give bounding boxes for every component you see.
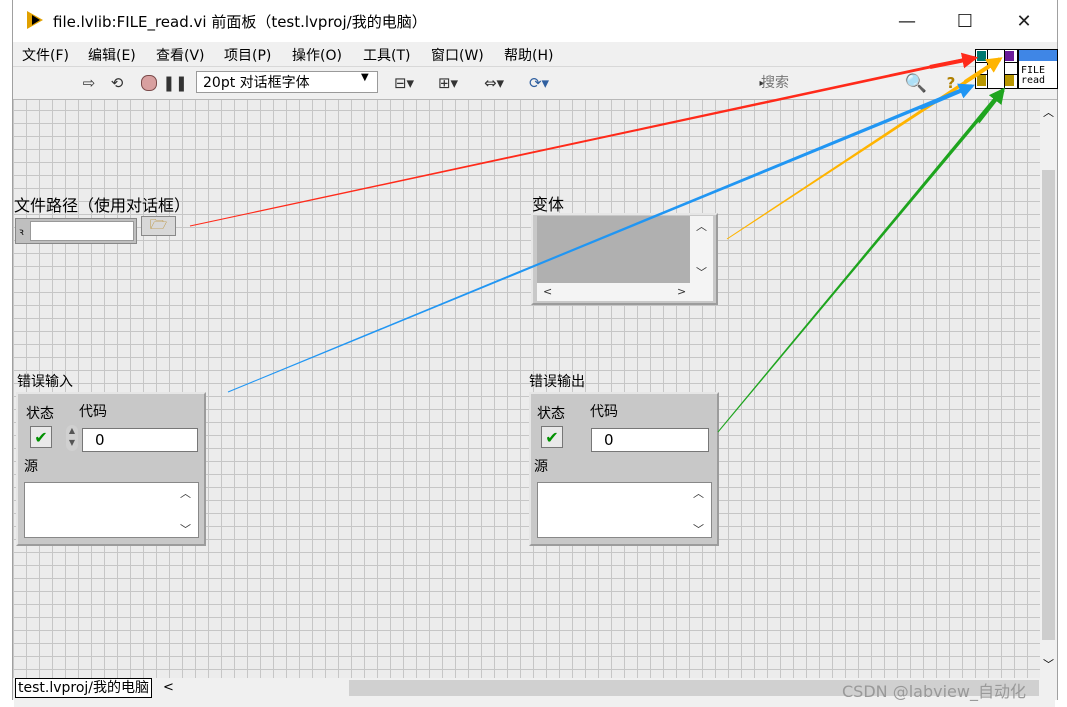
arrow-blue-head — [919, 83, 975, 110]
arrow-green — [717, 90, 1003, 433]
arrow-yellow-head — [963, 57, 1003, 84]
arrow-red-head — [929, 52, 979, 69]
arrow-blue — [227, 85, 971, 393]
watermark: CSDN @labview_自动化 — [842, 682, 1026, 701]
arrow-red — [189, 56, 973, 227]
arrow-yellow — [726, 58, 1001, 240]
annotation-arrows — [189, 52, 1005, 433]
arrow-green-head — [976, 87, 1005, 124]
